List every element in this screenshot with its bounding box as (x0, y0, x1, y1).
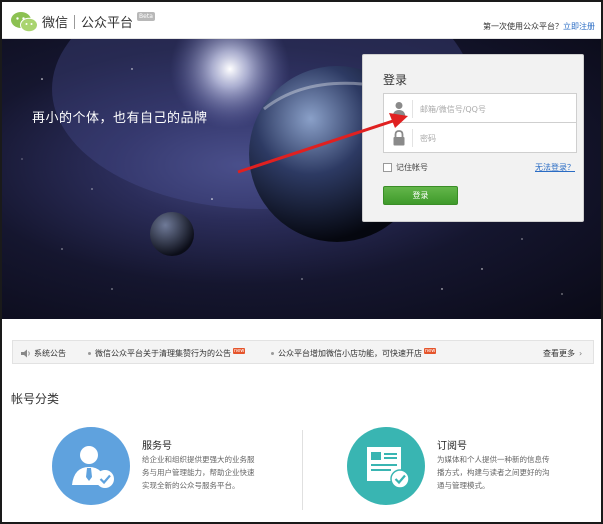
new-badge: new (424, 347, 437, 354)
hero-banner: 再小的个体，也有自己的品牌 登录 邮箱/微信号/QQ号 密码 记住帐号 无法登录… (2, 39, 601, 319)
lock-icon (393, 130, 405, 146)
description-line: 给企业和组织提供更强大的业务服 (142, 455, 255, 464)
description-line: 播方式，构建与读者之间更好的沟 (437, 468, 550, 477)
notice-label-text: 系统公告 (34, 349, 66, 358)
user-icon (392, 102, 406, 117)
wechat-logo-icon[interactable] (10, 11, 38, 33)
section-title: 帐号分类 (11, 392, 60, 406)
notice-label: 系统公告 (21, 348, 66, 359)
subscription-account-description: 为媒体和个人提供一种新的信息传 播方式，构建与读者之间更好的沟 通与管理模式。 (437, 453, 597, 492)
brand-name: 微信 (42, 16, 69, 31)
remember-account[interactable]: 记住帐号 (383, 162, 428, 173)
description-line: 实现全新的公众号服务平台。 (142, 481, 240, 490)
login-title: 登录 (383, 73, 408, 87)
account-field[interactable]: 邮箱/微信号/QQ号 (383, 93, 577, 123)
first-time-text: 第一次使用公众平台？ (483, 22, 563, 31)
new-badge: new (233, 347, 246, 354)
view-more-text: 查看更多 (543, 349, 575, 358)
notice-item[interactable]: 公众平台增加微信小店功能，可快速开店 new (271, 347, 437, 359)
service-account-description: 给企业和组织提供更强大的业务服 务与用户管理能力，帮助企业快速 实现全新的公众号… (142, 453, 302, 492)
field-divider (412, 129, 413, 147)
password-field[interactable]: 密码 (383, 123, 577, 153)
forgot-login-link[interactable]: 无法登录？ (535, 162, 575, 173)
notice-item[interactable]: 微信公众平台关于清理集赞行为的公告 new (88, 347, 246, 359)
password-placeholder: 密码 (420, 134, 436, 143)
subscription-account-title[interactable]: 订阅号 (437, 437, 467, 452)
hero-slogan: 再小的个体，也有自己的品牌 (32, 111, 208, 126)
service-account-title[interactable]: 服务号 (142, 437, 172, 452)
description-line: 为媒体和个人提供一种新的信息传 (437, 455, 550, 464)
service-account-icon[interactable] (52, 427, 130, 505)
document-check-icon (367, 447, 410, 489)
bullet-icon (88, 352, 91, 355)
field-divider (412, 100, 413, 118)
chevron-right-icon: › (579, 349, 583, 358)
top-header: 微信 公众平台 Beta 第一次使用公众平台？立即注册 (2, 2, 601, 39)
register-link[interactable]: 立即注册 (563, 22, 595, 31)
brand-title[interactable]: 微信 公众平台 Beta (42, 12, 155, 31)
notice-item-text: 公众平台增加微信小店功能，可快速开店 (278, 349, 422, 358)
account-placeholder: 邮箱/微信号/QQ号 (420, 105, 486, 114)
brand-subtitle: 公众平台 (81, 16, 134, 31)
bullet-icon (271, 352, 274, 355)
speaker-icon (21, 349, 30, 358)
login-panel: 登录 邮箱/微信号/QQ号 密码 记住帐号 无法登录？ 登录 (362, 54, 584, 222)
subscription-account-icon[interactable] (347, 427, 425, 505)
register-prompt: 第一次使用公众平台？立即注册 (483, 21, 595, 32)
view-more-link[interactable]: 查看更多 › (543, 348, 582, 359)
remember-checkbox[interactable] (383, 163, 392, 172)
notice-item-text: 微信公众平台关于清理集赞行为的公告 (95, 349, 231, 358)
login-button[interactable]: 登录 (383, 186, 458, 205)
section-divider (302, 430, 303, 510)
description-line: 务与用户管理能力，帮助企业快速 (142, 468, 255, 477)
remember-label: 记住帐号 (396, 163, 428, 172)
notice-bar: 系统公告 微信公众平台关于清理集赞行为的公告 new 公众平台增加微信小店功能，… (12, 340, 594, 364)
service-person-icon (72, 446, 114, 488)
brand-separator (74, 14, 76, 29)
description-line: 通与管理模式。 (437, 481, 490, 490)
beta-badge: Beta (137, 12, 155, 21)
